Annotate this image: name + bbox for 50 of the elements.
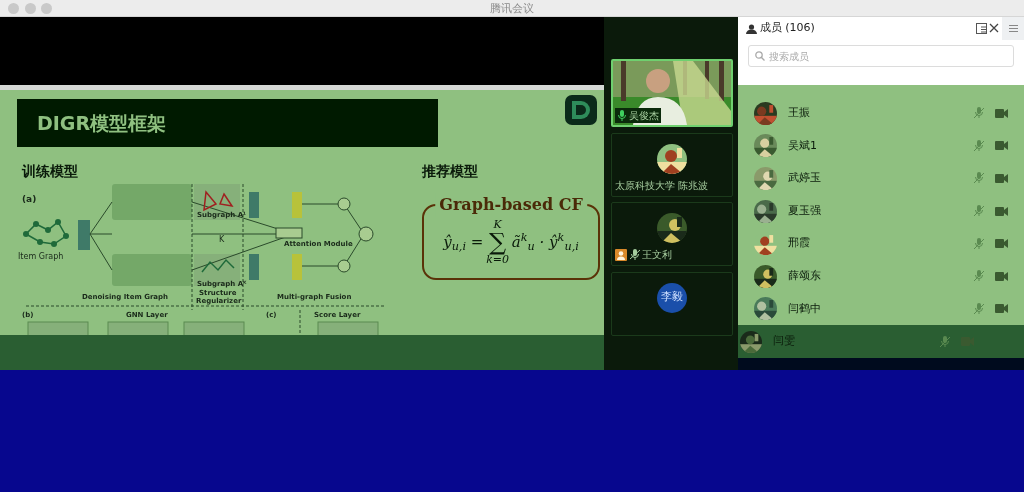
member-name: 薛颂东 bbox=[788, 267, 821, 284]
camera-off-icon bbox=[995, 271, 1008, 281]
muted-microphone-icon bbox=[974, 270, 984, 283]
member-name: 邢霞 bbox=[788, 235, 810, 252]
camera-off-icon bbox=[995, 239, 1008, 249]
search-field[interactable]: 搜索成员 bbox=[748, 45, 1014, 67]
muted-microphone-icon bbox=[974, 205, 984, 217]
section-heading: 训练模型 bbox=[22, 162, 79, 181]
person-icon bbox=[746, 23, 757, 34]
member-name: 王振 bbox=[788, 105, 810, 122]
camera-off-icon bbox=[995, 206, 1008, 216]
avatar-initials: 李毅 bbox=[657, 282, 687, 313]
muted-microphone-icon bbox=[974, 139, 984, 152]
muted-microphone-icon bbox=[974, 172, 984, 185]
formula-text: ŷ$_{u,i}$ = bbox=[443, 231, 484, 254]
logo-icon bbox=[565, 95, 597, 125]
member-name: 闫鹤中 bbox=[788, 300, 821, 317]
participant-tile[interactable]: 李毅 bbox=[611, 271, 733, 336]
member-name: 夏玉强 bbox=[788, 202, 821, 219]
member-name: 吴斌1 bbox=[788, 137, 817, 154]
muted-microphone-icon bbox=[974, 237, 984, 250]
close-icon bbox=[989, 23, 1000, 34]
pop-out-icon bbox=[975, 22, 987, 34]
formula-text: K bbox=[492, 219, 503, 230]
panel-title: 成员 (106) bbox=[759, 20, 815, 37]
formula-text: k=0 bbox=[486, 254, 510, 265]
muted-microphone-icon bbox=[940, 335, 950, 348]
camera-off-icon bbox=[995, 304, 1008, 314]
search-icon bbox=[755, 51, 765, 61]
participant-name: 王文利 bbox=[642, 248, 673, 263]
camera-off-icon bbox=[995, 141, 1008, 151]
muted-microphone-icon bbox=[974, 107, 984, 120]
participant-tile[interactable]: 王文利 bbox=[611, 202, 733, 266]
muted-microphone-icon bbox=[974, 302, 984, 315]
pop-out-button[interactable] bbox=[975, 20, 987, 37]
diagram-label: Item Graph bbox=[18, 252, 64, 261]
participant-name: 太原科技大学 陈兆波 bbox=[614, 178, 708, 193]
section-heading: 推荐模型 bbox=[422, 162, 479, 181]
menu-icon bbox=[1008, 25, 1018, 32]
slide-title: DIGR模型框架 bbox=[17, 99, 438, 147]
video-tile[interactable]: 吴俊杰 bbox=[611, 59, 733, 127]
formula-text: ∑ bbox=[489, 230, 507, 254]
member-name: 武婷玉 bbox=[788, 170, 821, 187]
camera-off-icon bbox=[995, 108, 1008, 118]
diagram-label: (a) bbox=[22, 194, 37, 204]
camera-off-icon bbox=[995, 173, 1008, 183]
participant-tile[interactable]: 太原科技大学 陈兆波 bbox=[611, 132, 733, 197]
participant-name: 吴俊杰 bbox=[628, 109, 659, 123]
window-title: 腾讯会议 bbox=[490, 0, 534, 17]
diagram-label: K bbox=[219, 235, 225, 244]
